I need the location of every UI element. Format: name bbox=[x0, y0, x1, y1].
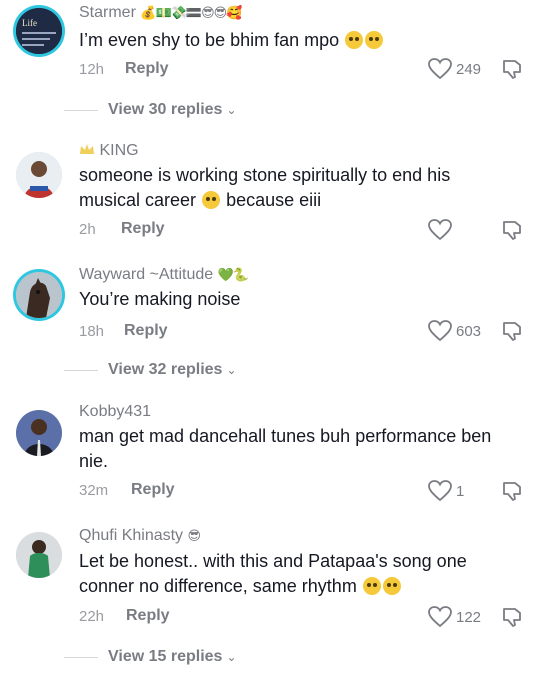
avatar[interactable] bbox=[16, 532, 62, 578]
view-replies-button[interactable]: View 30 replies ⌄ bbox=[64, 101, 237, 119]
avatar[interactable] bbox=[16, 272, 62, 318]
dislike-icon[interactable] bbox=[500, 605, 524, 629]
avatar[interactable] bbox=[16, 410, 62, 456]
pleading-face-icon bbox=[365, 31, 384, 49]
dislike-icon[interactable] bbox=[500, 479, 524, 503]
heart-icon bbox=[428, 606, 452, 628]
avatar[interactable] bbox=[16, 152, 62, 198]
comment-username[interactable]: Kobby431 bbox=[79, 403, 151, 421]
reply-button[interactable]: Reply bbox=[126, 607, 170, 625]
comment-text: someone is working stone spiritually to … bbox=[79, 165, 451, 210]
comment-text: Let be honest.. with this and Patapaa's … bbox=[79, 551, 467, 596]
comment-timestamp: 22h bbox=[79, 608, 105, 625]
like-button[interactable]: 122 bbox=[428, 606, 481, 628]
like-count: 603 bbox=[456, 322, 482, 340]
avatar[interactable]: Life bbox=[16, 8, 62, 54]
comment-username[interactable]: Starmer 💰💵💸🟰😎😎🥰 bbox=[79, 4, 242, 22]
chevron-down-icon: ⌄ bbox=[226, 650, 237, 664]
avatar-image: Life bbox=[16, 8, 62, 54]
comment-username[interactable]: Wayward ~Attitude 💚🐍 bbox=[79, 266, 249, 284]
heart-icon bbox=[428, 58, 452, 80]
like-button[interactable] bbox=[428, 219, 456, 241]
comment-text: I’m even shy to be bhim fan mpo bbox=[79, 28, 509, 53]
comment-timestamp: 18h bbox=[79, 323, 105, 340]
comment-text: man get mad dancehall tunes buh performa… bbox=[79, 426, 492, 471]
dislike-icon[interactable] bbox=[500, 218, 524, 242]
heart-icon bbox=[428, 219, 452, 241]
avatar-image bbox=[16, 532, 62, 578]
view-replies-button[interactable]: View 15 replies ⌄ bbox=[64, 648, 237, 666]
heart-icon bbox=[428, 320, 452, 342]
reply-button[interactable]: Reply bbox=[124, 322, 168, 340]
comment-timestamp: 2h bbox=[79, 221, 96, 238]
reply-button[interactable]: Reply bbox=[131, 481, 175, 499]
chevron-down-icon: ⌄ bbox=[226, 363, 237, 377]
like-count: 249 bbox=[456, 60, 482, 78]
divider-line bbox=[64, 369, 98, 371]
like-button[interactable]: 249 bbox=[428, 58, 481, 80]
flushed-face-icon bbox=[362, 577, 381, 595]
flushed-face-icon bbox=[202, 191, 221, 209]
username-emoji-badge: 😎 bbox=[187, 528, 202, 543]
like-button[interactable]: 603 bbox=[428, 320, 481, 342]
like-count: 122 bbox=[456, 608, 482, 626]
view-replies-button[interactable]: View 32 replies ⌄ bbox=[64, 361, 237, 379]
divider-line bbox=[64, 109, 98, 111]
like-count: 1 bbox=[456, 482, 465, 500]
comment-timestamp: 32m bbox=[79, 482, 109, 499]
comment-username[interactable]: KING bbox=[79, 142, 139, 160]
dislike-icon[interactable] bbox=[500, 319, 524, 343]
chevron-down-icon: ⌄ bbox=[226, 103, 237, 117]
reply-button[interactable]: Reply bbox=[121, 220, 165, 238]
comment-timestamp: 12h bbox=[79, 61, 105, 78]
crown-icon bbox=[80, 144, 94, 154]
avatar-image bbox=[16, 152, 62, 198]
relieved-face-icon bbox=[345, 31, 364, 49]
flushed-face-icon bbox=[382, 577, 401, 595]
username-emoji-badge: 💚🐍 bbox=[217, 267, 249, 282]
divider-line bbox=[64, 656, 98, 658]
comment-text: You’re making noise bbox=[79, 289, 241, 309]
avatar-image bbox=[16, 410, 62, 456]
comment-username[interactable]: Qhufi Khinasty 😎 bbox=[79, 527, 202, 545]
username-emoji-badge: 💰💵💸🟰😎😎🥰 bbox=[140, 5, 242, 20]
svg-text:Life: Life bbox=[22, 18, 37, 28]
reply-button[interactable]: Reply bbox=[125, 60, 169, 78]
heart-icon bbox=[428, 480, 452, 502]
dislike-icon[interactable] bbox=[500, 57, 524, 81]
avatar-image bbox=[16, 272, 62, 318]
like-button[interactable]: 1 bbox=[428, 480, 464, 502]
